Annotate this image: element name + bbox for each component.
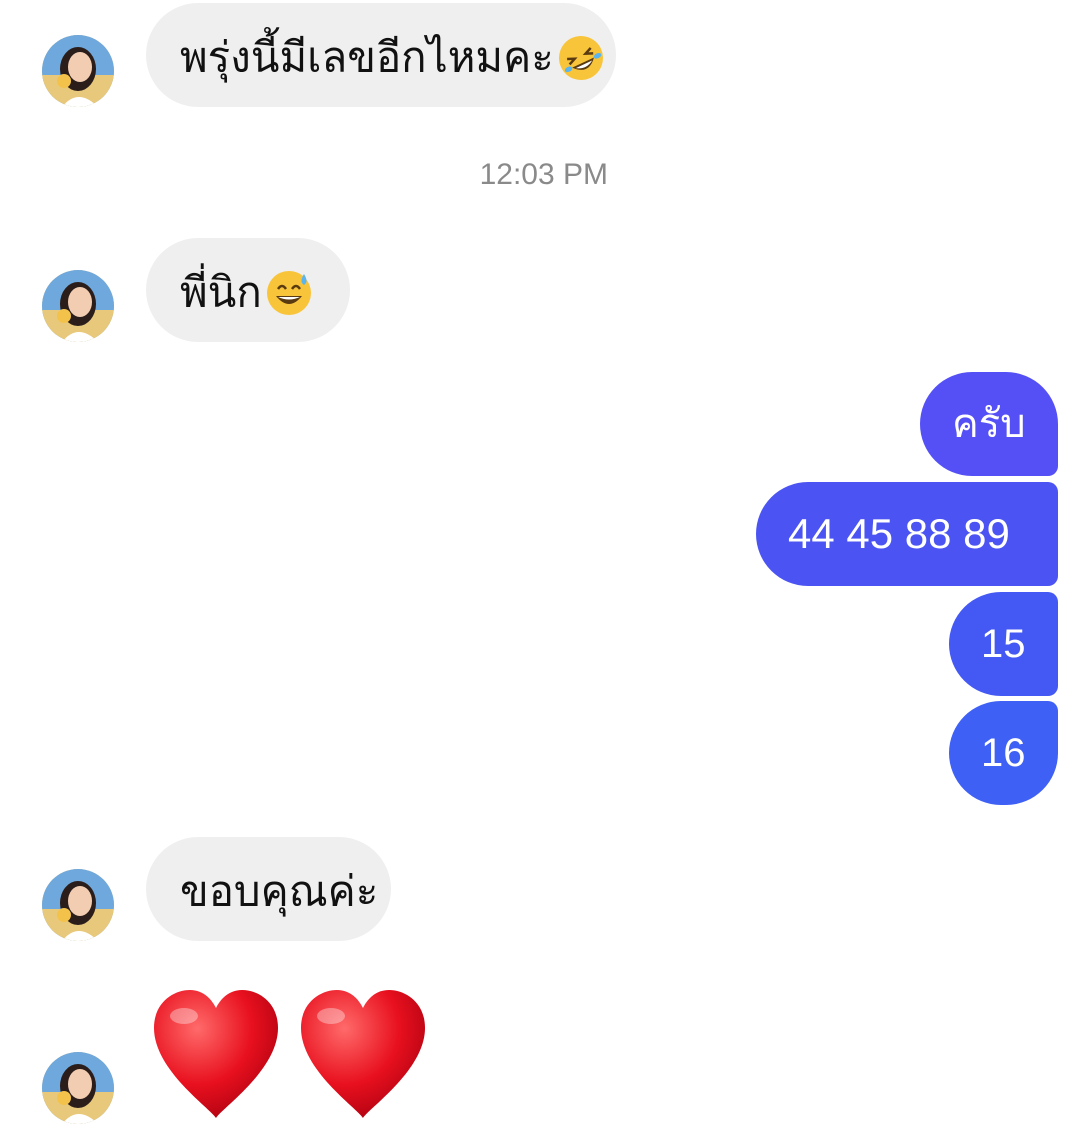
contact-avatar[interactable] <box>42 869 114 941</box>
grinning-sweat-icon <box>266 270 311 315</box>
outgoing-message-bubble[interactable]: ครับ <box>920 372 1058 476</box>
contact-avatar[interactable] <box>42 270 114 342</box>
red-heart-icon <box>154 990 278 1118</box>
hearts-emoji-message[interactable] <box>150 988 440 1120</box>
red-heart-icon <box>301 990 425 1118</box>
message-text: 15 <box>981 622 1026 666</box>
outgoing-message-bubble[interactable]: 44 45 88 89 <box>756 482 1058 586</box>
contact-avatar[interactable] <box>42 1052 114 1124</box>
message-text: ครับ <box>952 402 1026 446</box>
message-text: พี่นิก <box>180 267 262 317</box>
message-text: พรุ่งนี้มีเลขอีกไหมคะ <box>180 32 554 82</box>
message-timestamp: 12:03 PM <box>479 158 608 191</box>
message-text: ขอบคุณค่ะ <box>180 866 379 916</box>
message-text: 44 45 88 89 <box>788 510 1010 557</box>
message-text: 16 <box>981 731 1026 775</box>
outgoing-message-bubble[interactable]: 16 <box>949 701 1058 805</box>
incoming-message-bubble[interactable]: พรุ่งนี้มีเลขอีกไหมคะ <box>146 3 616 107</box>
contact-avatar[interactable] <box>42 35 114 107</box>
incoming-message-bubble[interactable]: พี่นิก <box>146 238 350 342</box>
rolling-on-floor-laughing-icon <box>558 35 603 80</box>
incoming-message-bubble[interactable]: ขอบคุณค่ะ <box>146 837 391 941</box>
outgoing-message-bubble[interactable]: 15 <box>949 592 1058 696</box>
